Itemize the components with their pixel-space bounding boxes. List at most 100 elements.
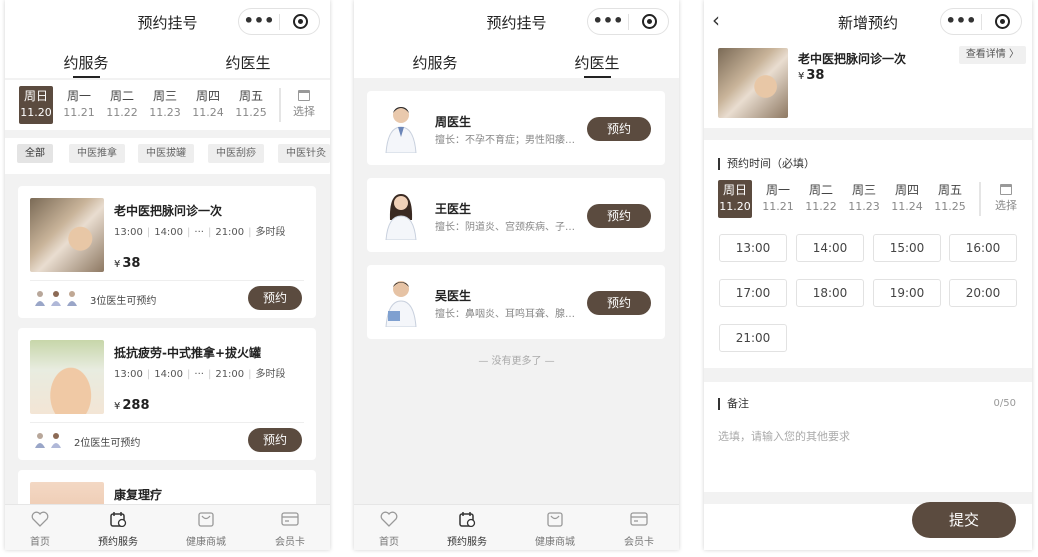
service-times: 13:00 | 14:00 | ··· | 21:00 | 多时段 <box>114 369 286 380</box>
bottom-tab-shop[interactable]: 健康商城 <box>171 511 241 548</box>
nav-bar: ‹ 新增预约 ••• <box>704 0 1032 42</box>
time-slot[interactable]: 17:00 <box>719 279 787 307</box>
pick-date-button[interactable]: 选择 <box>289 90 319 119</box>
date-item[interactable]: 周四 11.24 <box>890 180 924 218</box>
more-icon[interactable]: ••• <box>588 12 628 30</box>
service-card[interactable]: 抵抗疲劳-中式推拿+拔火罐 13:00 | 14:00 | ··· | 21:00 | 多时段 … <box>18 328 316 460</box>
mini-program-capsule: ••• <box>238 8 320 35</box>
doctor-avatar <box>385 194 417 240</box>
more-icon[interactable]: ••• <box>239 12 279 30</box>
doctor-specialty: 擅长：不孕不育症；男性阳痿早泄 <box>435 135 581 146</box>
date-item[interactable]: 周三 11.23 <box>847 180 881 218</box>
pick-date-button[interactable]: 选择 <box>991 184 1021 213</box>
remark-counter: 0/50 <box>993 398 1016 409</box>
new-booking-screen: ‹ 新增预约 ••• 老中医把脉问诊一次 ¥38 查看详情 〉 预约时间（必填）… <box>704 0 1032 550</box>
available-doctors-count: 2位医生可预约 <box>74 438 141 449</box>
mini-program-capsule: ••• <box>940 8 1022 35</box>
close-record-icon[interactable] <box>642 14 657 29</box>
time-slot[interactable]: 13:00 <box>719 234 787 262</box>
more-icon[interactable]: ••• <box>941 12 981 30</box>
service-card[interactable]: 老中医把脉问诊一次 13:00 | 14:00 | ··· | 21:00 | 多时段 ¥38 … <box>18 186 316 318</box>
date-item[interactable]: 周一 11.21 <box>62 86 96 124</box>
doctor-specialty: 擅长：鼻咽炎、耳鸣耳聋、腺样体 <box>435 309 581 320</box>
chip-category[interactable]: 中医推拿 <box>69 144 125 163</box>
date-item[interactable]: 周二 11.22 <box>105 86 139 124</box>
time-slot[interactable]: 18:00 <box>796 279 864 307</box>
calendar-icon <box>1000 184 1012 195</box>
book-button[interactable]: 预约 <box>248 286 302 310</box>
bottom-tab-booking[interactable]: 预约服务 <box>83 511 153 548</box>
date-item[interactable]: 周四 11.24 <box>191 86 225 124</box>
nav-bar: 预约挂号 ••• <box>354 0 679 42</box>
tab-services[interactable]: 约服务 <box>5 52 167 78</box>
date-item[interactable]: 周五 11.25 <box>234 86 268 124</box>
booking-services-screen: 预约挂号 ••• 约服务 约医生 周日 11.20 周一 11.21 周二 11.22… <box>5 0 330 550</box>
card-icon <box>630 512 648 526</box>
date-item[interactable]: 周日 11.20 <box>19 86 53 124</box>
chip-all[interactable]: 全部 <box>17 144 53 163</box>
booking-time-section: 预约时间（必填） 周日 11.20 周一 11.21 周二 11.22 周三 11.23… <box>704 140 1032 368</box>
tab-doctors[interactable]: 约医生 <box>167 52 329 73</box>
doctor-name: 王医生 <box>435 202 472 216</box>
time-slot[interactable]: 16:00 <box>949 234 1017 262</box>
doctor-card[interactable]: 王医生 擅长：阴道炎、宫颈疾病、子宫肌瘤 预约 <box>367 178 665 252</box>
mini-program-capsule: ••• <box>587 8 669 35</box>
book-button[interactable]: 预约 <box>587 291 651 315</box>
chip-category[interactable]: 中医刮痧 <box>208 144 264 163</box>
remark-input[interactable]: 选填，请输入您的其他要求 <box>718 428 1018 468</box>
tabs: 约服务 约医生 <box>354 42 679 78</box>
bottom-tab-home[interactable]: 首页 <box>354 511 424 548</box>
section-title: 预约时间（必填） <box>718 158 815 170</box>
heart-icon <box>31 511 49 527</box>
time-slot[interactable]: 15:00 <box>873 234 941 262</box>
book-button[interactable]: 预约 <box>248 428 302 452</box>
bag-icon <box>198 512 214 527</box>
bottom-tab-home[interactable]: 首页 <box>5 511 75 548</box>
time-slot[interactable]: 20:00 <box>949 279 1017 307</box>
doctor-avatar-icon <box>35 433 45 448</box>
chip-category[interactable]: 中医拔罐 <box>138 144 194 163</box>
date-item[interactable]: 周二 11.22 <box>804 180 838 218</box>
doctor-avatar-icon <box>51 291 61 306</box>
time-slot[interactable]: 19:00 <box>873 279 941 307</box>
date-item[interactable]: 周三 11.23 <box>148 86 182 124</box>
calendar-icon <box>459 512 476 528</box>
doctor-avatar-icon <box>35 291 45 306</box>
time-slot[interactable]: 14:00 <box>796 234 864 262</box>
doctor-specialty: 擅长：阴道炎、宫颈疾病、子宫肌瘤 <box>435 222 581 233</box>
doctor-avatar <box>385 107 417 153</box>
doctor-name: 吴医生 <box>435 289 472 303</box>
tab-services[interactable]: 约服务 <box>354 52 516 73</box>
service-name: 康复理疗 <box>114 488 163 502</box>
bottom-tab-membership[interactable]: 会员卡 <box>604 511 674 548</box>
close-record-icon[interactable] <box>293 14 308 29</box>
date-item[interactable]: 周一 11.21 <box>761 180 795 218</box>
no-more-text: — 没有更多了 — <box>478 356 555 367</box>
service-price: ¥38 <box>798 68 825 83</box>
book-button[interactable]: 预约 <box>587 204 651 228</box>
date-item[interactable]: 周日 11.20 <box>718 180 752 218</box>
view-details-link[interactable]: 查看详情 〉 <box>958 46 1026 64</box>
bottom-tab-membership[interactable]: 会员卡 <box>255 511 325 548</box>
service-name: 老中医把脉问诊一次 <box>114 204 223 218</box>
doctor-card[interactable]: 吴医生 擅长：鼻咽炎、耳鸣耳聋、腺样体 预约 <box>367 265 665 339</box>
close-record-icon[interactable] <box>995 14 1010 29</box>
submit-button[interactable]: 提交 <box>912 502 1016 538</box>
bottom-tab-bar: 首页 预约服务 健康商城 会员卡 <box>5 504 330 550</box>
doctor-card[interactable]: 周医生 擅长：不孕不育症；男性阳痿早泄 预约 <box>367 91 665 165</box>
doctor-avatar <box>385 281 417 327</box>
bottom-tab-shop[interactable]: 健康商城 <box>520 511 590 548</box>
date-item[interactable]: 周五 11.25 <box>933 180 967 218</box>
tabs: 约服务 约医生 <box>5 42 330 78</box>
bottom-tab-booking[interactable]: 预约服务 <box>432 511 502 548</box>
doctor-avatar-icon <box>51 433 61 448</box>
time-slot[interactable]: 21:00 <box>719 324 787 352</box>
book-button[interactable]: 预约 <box>587 117 651 141</box>
calendar-icon <box>110 512 127 528</box>
service-summary: 老中医把脉问诊一次 ¥38 查看详情 〉 <box>704 42 1032 128</box>
service-image <box>30 198 104 272</box>
tab-doctors[interactable]: 约医生 <box>516 52 678 78</box>
chip-category[interactable]: 中医针灸 <box>278 144 330 163</box>
remark-section: 备注 0/50 选填，请输入您的其他要求 <box>704 382 1032 492</box>
service-name: 抵抗疲劳-中式推拿+拔火罐 <box>114 346 262 360</box>
